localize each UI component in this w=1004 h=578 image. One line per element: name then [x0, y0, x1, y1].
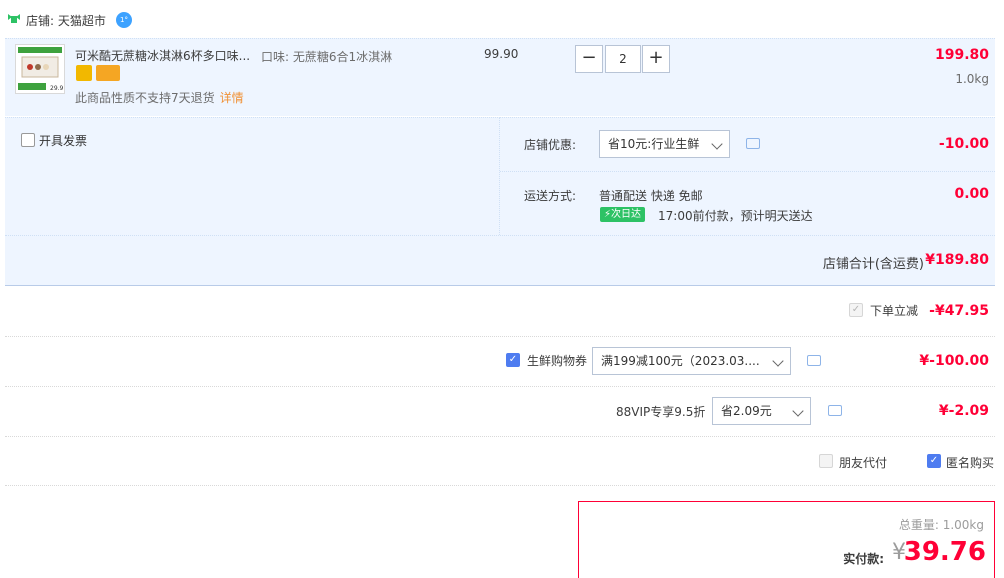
shop-icon [8, 14, 20, 23]
item-weight: 1.0kg [955, 72, 989, 86]
message-icon[interactable] [807, 355, 821, 366]
store-header [0, 0, 1004, 38]
friend-pay-label[interactable]: 朋友代付 [839, 454, 887, 471]
vip-discount-select[interactable]: 省2.09元 [712, 397, 811, 425]
store-discount-value: 省10元:行业生鲜 [608, 137, 700, 151]
quantity-increase-button[interactable]: + [642, 45, 670, 73]
line-total: 199.80 [934, 47, 989, 63]
vip-discount-label: 88VIP专享9.5折 [616, 405, 706, 419]
pay-amount: 39.76 [903, 537, 986, 567]
shipping-eta: 17:00前付款，预计明天送达 [658, 209, 813, 223]
total-weight: 总重量: 1.00kg [898, 518, 984, 532]
product-thumbnail[interactable]: 29.9 [15, 44, 65, 94]
coupon-amount: ¥-100.00 [919, 353, 989, 369]
store-discount-select[interactable]: 省10元:行业生鲜 [599, 130, 730, 158]
anonymous-checkbox[interactable]: ✓ [927, 454, 941, 468]
coupon-select-value: 满199减100元（2023.03.... [601, 354, 760, 368]
store-total-amount: ¥189.80 [925, 252, 989, 268]
vip-discount-value: 省2.09元 [721, 404, 772, 418]
invoice-checkbox[interactable] [21, 133, 35, 147]
thumbnail-price: 29.9 [50, 85, 64, 92]
message-icon[interactable] [746, 138, 760, 149]
product-image: 29.9 [16, 45, 64, 93]
divider [5, 336, 995, 337]
divider [500, 171, 995, 172]
next-day-badge-text: 次日达 [611, 209, 642, 220]
instant-discount-label: 下单立减 [870, 304, 919, 318]
vip-discount-amount: ¥-2.09 [938, 403, 989, 419]
sku-info: 口味: 无蔗糖6合1冰淇淋 [261, 50, 393, 64]
service-badge-icon [76, 65, 92, 81]
coupon-select[interactable]: 满199减100元（2023.03.... [592, 347, 791, 375]
chat-icon[interactable]: 1° [116, 12, 132, 28]
invoice-label[interactable]: 开具发票 [39, 132, 87, 149]
instant-discount-checkbox[interactable]: ✓ [849, 303, 863, 317]
coupon-checkbox[interactable]: ✓ [506, 353, 520, 367]
chevron-down-icon [711, 138, 723, 150]
next-day-badge: ⚡次日达 [600, 207, 646, 222]
shipping-amount: 0.00 [954, 186, 989, 202]
coupon-label[interactable]: 生鲜购物券 [527, 352, 587, 369]
detail-link[interactable]: 详情 [220, 91, 244, 105]
quantity-input[interactable]: 2 [605, 45, 641, 73]
friend-pay-checkbox[interactable] [819, 454, 833, 468]
chevron-down-icon [792, 405, 804, 417]
store-name[interactable]: 店铺: 天猫超市 [26, 12, 106, 29]
store-discount-label: 店铺优惠: [524, 138, 577, 152]
chevron-down-icon [772, 355, 784, 367]
quantity-decrease-button[interactable]: − [575, 45, 603, 73]
pay-label: 实付款: [843, 552, 884, 566]
divider [5, 436, 995, 437]
anonymous-label[interactable]: 匿名购买 [946, 454, 994, 471]
card-badge-icon [96, 65, 120, 81]
shipping-method: 普通配送 快递 免邮 [599, 189, 703, 203]
message-icon[interactable] [828, 405, 842, 416]
store-total-label: 店铺合计(含运费) [822, 257, 924, 272]
store-discount-amount: -10.00 [938, 136, 989, 152]
return-policy-text: 此商品性质不支持7天退货 [75, 91, 215, 105]
shipping-label: 运送方式: [524, 189, 577, 203]
item-title[interactable]: 可米酷无蔗糖冰淇淋6杯多口味... [75, 47, 255, 64]
unit-price: 99.90 [484, 47, 519, 61]
divider [5, 386, 995, 387]
instant-discount-amount: -¥47.95 [929, 303, 989, 319]
divider [5, 485, 995, 486]
return-policy-note: 此商品性质不支持7天退货 详情 [75, 89, 244, 106]
